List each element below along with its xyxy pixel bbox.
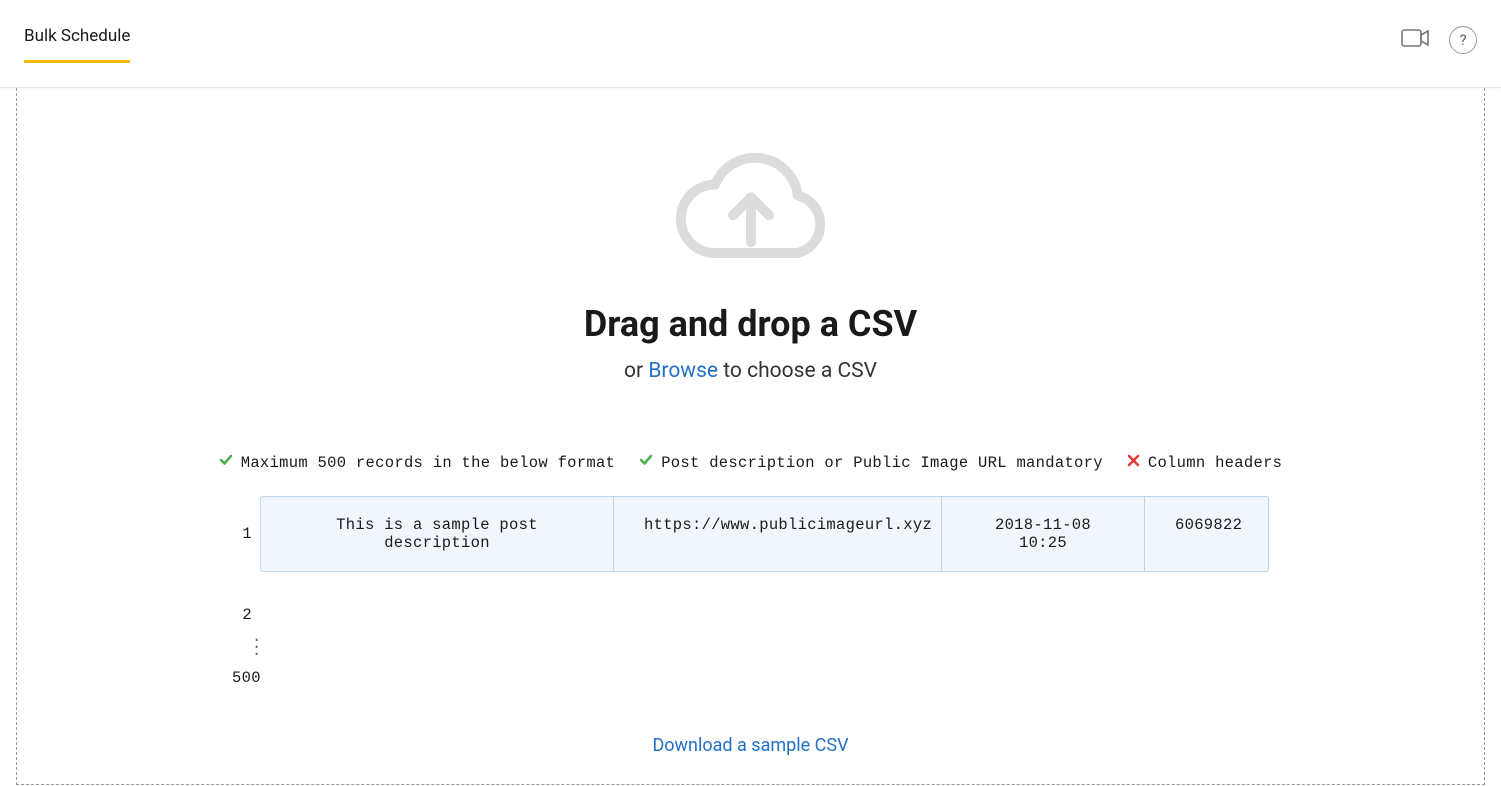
sample-row-2: 2	[232, 606, 1269, 624]
sample-row-1: 1 This is a sample post description http…	[232, 496, 1269, 572]
row-ellipsis: ...	[232, 634, 1269, 655]
header-tabs: Bulk Schedule	[24, 0, 130, 63]
sample-cells: This is a sample post description https:…	[260, 496, 1269, 572]
page-header: Bulk Schedule ?	[0, 0, 1501, 88]
subtitle-prefix: or	[624, 359, 648, 383]
format-rules: Maximum 500 records in the below format …	[219, 453, 1283, 472]
tab-bulk-schedule[interactable]: Bulk Schedule	[24, 26, 130, 63]
video-icon[interactable]	[1401, 28, 1429, 52]
rule-text-1: Maximum 500 records in the below format	[241, 454, 615, 472]
row-number: 2	[232, 606, 260, 624]
drop-zone-title: Drag and drop a CSV	[584, 303, 917, 345]
cell-id: 6069822	[1145, 497, 1268, 571]
sample-row-500: 500	[232, 669, 1269, 687]
rule-max-records: Maximum 500 records in the below format	[219, 453, 615, 472]
rule-text-2: Post description or Public Image URL man…	[661, 454, 1103, 472]
x-icon	[1127, 454, 1140, 472]
subtitle-suffix: to choose a CSV	[718, 359, 877, 383]
drop-zone-subtitle: or Browse to choose a CSV	[624, 359, 877, 383]
header-actions: ?	[1401, 0, 1477, 54]
row-number: 1	[232, 525, 260, 543]
cell-datetime: 2018-11-08 10:25	[942, 497, 1145, 571]
download-sample-link[interactable]: Download a sample CSV	[652, 735, 848, 756]
csv-drop-zone[interactable]: Drag and drop a CSV or Browse to choose …	[16, 88, 1485, 785]
browse-link[interactable]: Browse	[648, 359, 718, 383]
help-icon[interactable]: ?	[1449, 26, 1477, 54]
rule-description-mandatory: Post description or Public Image URL man…	[639, 453, 1103, 472]
content-area: Drag and drop a CSV or Browse to choose …	[0, 88, 1501, 785]
rule-no-headers: Column headers	[1127, 453, 1282, 472]
check-icon	[639, 453, 653, 472]
sample-table: 1 This is a sample post description http…	[232, 496, 1269, 687]
cell-description: This is a sample post description	[261, 497, 614, 571]
cloud-upload-icon	[661, 133, 841, 283]
rule-text-3: Column headers	[1148, 454, 1282, 472]
check-icon	[219, 453, 233, 472]
row-number: 500	[232, 669, 268, 687]
cell-image-url: https://www.publicimageurl.xyz	[614, 497, 942, 571]
